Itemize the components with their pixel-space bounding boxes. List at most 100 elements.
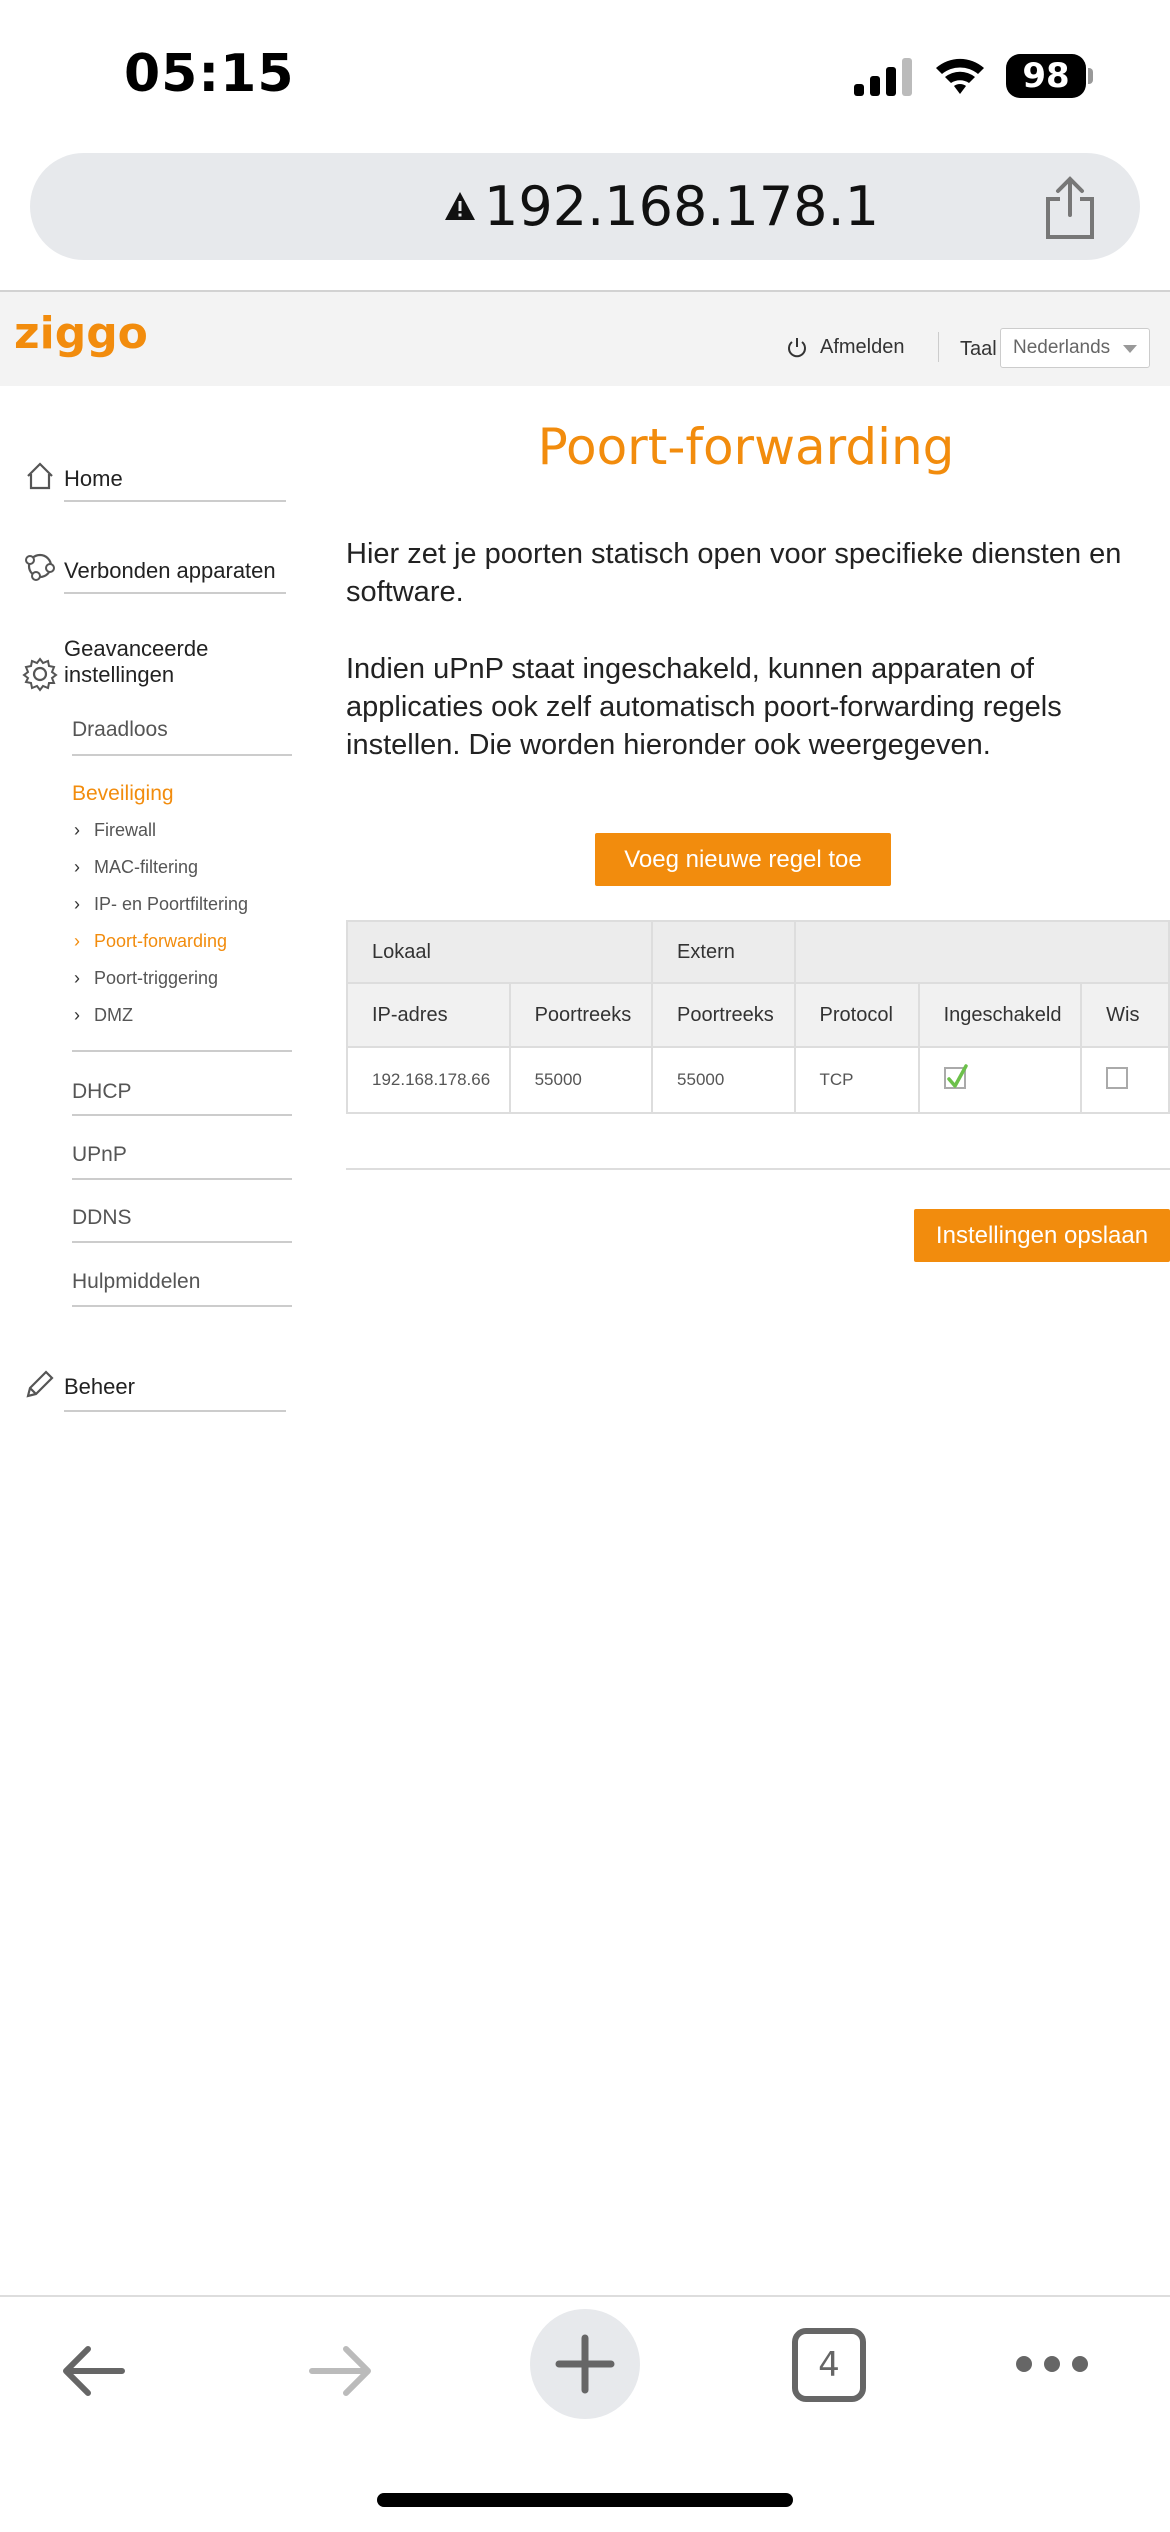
column-header-delete: Wis [1080,982,1170,1048]
chevron-down-icon [1123,345,1137,353]
address-bar[interactable]: 192.168.178.1 [30,153,1140,260]
cell-ip: 192.168.178.66 [346,1046,511,1114]
cell-external-ports: 55000 [651,1046,796,1114]
column-header-protocol: Protocol [793,982,920,1048]
column-header-local-ports: Poortreeks [508,982,654,1048]
sidebar-item-management[interactable]: Beheer [20,1364,135,1404]
page-title: Poort-forwarding [537,418,955,476]
column-header-ip: IP-adres [346,982,511,1048]
language-select[interactable]: Nederlands [1000,328,1150,368]
column-header-enabled: Ingeschakeld [917,982,1083,1048]
sidebar-item-label: Verbonden apparaten [64,558,276,583]
sidebar-item-firewall[interactable]: › Firewall [74,820,156,841]
column-header-external-ports: Poortreeks [651,982,796,1048]
cell-local-ports: 55000 [508,1046,654,1114]
column-group-empty [793,920,1170,984]
save-settings-button[interactable]: Instellingen opslaan [914,1209,1170,1262]
devices-icon [25,553,55,581]
divider [72,1114,292,1116]
cellular-signal-icon [854,58,912,96]
table-group-header: Lokaal Extern [345,920,1170,984]
sidebar-item-port-forwarding[interactable]: › Poort-forwarding [74,931,227,952]
language-label: Taal [960,338,997,360]
sidebar-item-label: DMZ [94,1005,133,1025]
back-arrow-icon[interactable] [58,2335,130,2407]
logout-label: Afmelden [820,336,905,358]
tabs-button[interactable]: 4 [792,2328,866,2402]
divider [72,1305,292,1307]
divider [64,592,286,594]
header-separator [938,332,939,362]
sidebar-item-ip-port-filtering[interactable]: › IP- en Poortfiltering [74,894,248,915]
checkmark-icon [946,1063,968,1088]
wifi-icon [936,58,984,94]
status-bar: 05:15 98 [0,0,1170,150]
gear-icon [22,657,58,692]
home-icon [27,462,53,490]
cell-enabled [917,1046,1083,1114]
power-icon [788,337,806,357]
sidebar-item-upnp[interactable]: UPnP [72,1143,127,1167]
chevron-right-icon: › [74,857,80,877]
divider [64,500,286,502]
warning-icon [445,192,475,220]
sidebar-item-security[interactable]: Beveiliging [72,782,174,806]
sidebar-item-tools[interactable]: Hulpmiddelen [72,1270,200,1294]
url-text[interactable]: 192.168.178.1 [484,175,879,238]
upnp-info-text: Indien uPnP staat ingeschakeld, kunnen a… [346,653,1062,761]
divider [346,1168,1170,1170]
more-icon[interactable] [1014,2351,1090,2377]
sidebar-item-connected-devices[interactable]: Verbonden apparaten [20,546,276,586]
chevron-right-icon: › [74,820,80,840]
plus-icon [555,2334,615,2394]
battery-tip [1088,68,1093,84]
sidebar-item-ddns[interactable]: DDNS [72,1206,132,1230]
new-tab-button[interactable] [530,2309,640,2419]
sidebar-item-label: IP- en Poortfiltering [94,894,249,914]
router-header: ziggo Afmelden Taal Nederlands [0,292,1170,386]
sidebar-item-mac-filtering[interactable]: › MAC-filtering [74,857,198,878]
sidebar-item-label: Beheer [64,1374,135,1399]
enabled-checkbox[interactable] [943,1063,968,1089]
divider [72,1050,292,1052]
sidebar-item-advanced[interactable]: Geavanceerde instellingen [20,636,208,694]
ziggo-logo[interactable]: ziggo [14,308,158,360]
table-row: 192.168.178.66 55000 55000 TCP [346,1046,1170,1114]
chevron-right-icon: › [74,931,80,951]
cell-delete [1080,1046,1170,1114]
sidebar-item-label: Firewall [94,820,157,840]
sidebar-item-label: instellingen [64,662,175,687]
forward-arrow-icon[interactable] [304,2335,376,2407]
chevron-right-icon: › [74,1005,80,1025]
status-time: 05:15 [124,44,295,104]
sidebar-item-label: Poort-forwarding [94,931,228,951]
sidebar-item-label: Poort-triggering [94,968,219,988]
sidebar-item-home[interactable]: Home [20,456,123,496]
svg-text:ziggo: ziggo [14,308,148,359]
intro-text: Hier zet je poorten statisch open voor s… [346,538,1122,608]
divider [64,1410,286,1412]
battery-icon: 98 [1006,54,1086,98]
logout-link[interactable]: Afmelden [786,336,905,359]
cell-protocol: TCP [793,1046,920,1114]
chevron-right-icon: › [74,894,80,914]
pencil-icon [26,1370,54,1398]
sidebar-item-wireless[interactable]: Draadloos [72,718,168,742]
column-group-local: Lokaal [345,920,654,984]
divider [72,754,292,756]
language-value: Nederlands [1013,337,1111,358]
sidebar-item-label: Home [64,466,123,491]
sidebar-item-label: Geavanceerde [64,636,209,661]
port-forwarding-table: Lokaal Extern IP-adres Poortreeks Poortr… [345,920,1170,1114]
sidebar-item-dmz[interactable]: › DMZ [74,1005,133,1026]
delete-checkbox[interactable] [1106,1066,1129,1089]
share-icon[interactable] [1038,175,1102,241]
add-rule-button[interactable]: Voeg nieuwe regel toe [595,833,891,886]
sidebar-item-label: MAC-filtering [94,857,199,877]
sidebar-item-dhcp[interactable]: DHCP [72,1080,132,1104]
table-header-row: IP-adres Poortreeks Poortreeks Protocol … [346,982,1170,1048]
column-group-external: Extern [651,920,796,984]
home-indicator[interactable] [377,2493,793,2507]
divider [72,1178,292,1180]
sidebar-item-port-triggering[interactable]: › Poort-triggering [74,968,218,989]
